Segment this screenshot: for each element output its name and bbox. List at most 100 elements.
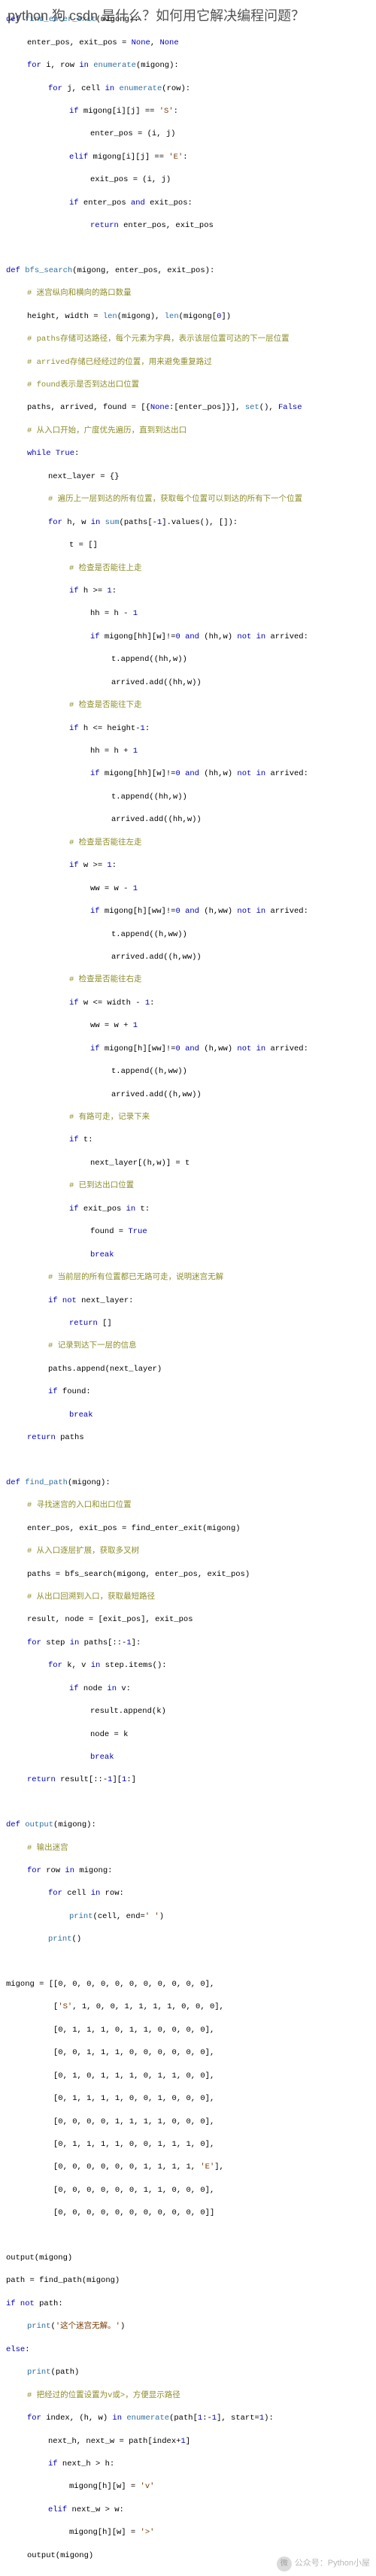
kw-if: if xyxy=(69,1135,79,1144)
string: '这个迷宫无解。' xyxy=(56,2322,120,2331)
builtin: enumerate xyxy=(120,84,162,93)
string: 'v' xyxy=(141,2482,155,2491)
kw-not-in: not in xyxy=(237,1044,265,1053)
code-text: output(migong) xyxy=(6,2253,376,2264)
code-text: (path[ xyxy=(169,2414,198,2423)
kw-for: for xyxy=(27,2414,41,2423)
code-text: arrived: xyxy=(265,769,308,778)
code-text: (migong): xyxy=(136,61,179,70)
builtin: print xyxy=(69,1912,93,1921)
number: 1 xyxy=(133,884,138,893)
code-text: migong[i][j] == xyxy=(88,153,168,162)
code-text: enter_pos, exit_pos = find_enter_exit(mi… xyxy=(6,1523,376,1535)
kw-not-in: not in xyxy=(237,769,265,778)
kw-if: if xyxy=(48,1296,58,1305)
code-text: arrived: xyxy=(265,907,308,916)
builtin: enumerate xyxy=(93,61,136,70)
code-text: w >= xyxy=(79,861,108,870)
comment: # 迷宫纵向和横向的路口数量 xyxy=(6,288,376,299)
code-text: [0, 0, 0, 0, 0, 0, 1, 1, 1, 1, xyxy=(6,2162,200,2171)
code-text: migong[i][j] == xyxy=(79,107,159,116)
kw-elif: elif xyxy=(69,153,88,162)
code-text: (hh,w) xyxy=(199,769,237,778)
code-text: migong[h][w] = xyxy=(69,2528,141,2537)
code-text: j, cell xyxy=(62,84,105,93)
code-text: hh = h + xyxy=(90,747,133,756)
args: (migong): xyxy=(68,1478,111,1487)
code-text: exit_pos = (i, j) xyxy=(6,174,376,186)
args: (migong): xyxy=(53,1820,96,1829)
kw-and: and xyxy=(185,907,199,916)
kw-if: if xyxy=(90,632,100,641)
code-text: : xyxy=(150,999,154,1008)
kw-in: in xyxy=(105,84,115,93)
true-literal: True xyxy=(128,1227,147,1236)
code-text: enter_pos = (i, j) xyxy=(6,129,376,140)
code-text: arrived: xyxy=(265,1044,308,1053)
kw-if: if xyxy=(69,999,79,1008)
string: '>' xyxy=(141,2528,155,2537)
comment: # found表示是否到达出口位置 xyxy=(6,380,376,391)
code-text: paths = bfs_search(migong, enter_pos, ex… xyxy=(6,1569,376,1580)
code-text: next_h > h: xyxy=(58,2459,115,2468)
comment: # 寻找迷宫的入口和出口位置 xyxy=(6,1500,376,1511)
kw-for: for xyxy=(48,518,62,527)
code-text: paths xyxy=(56,1433,84,1442)
kw-if: if xyxy=(69,1205,79,1214)
builtin: len xyxy=(103,312,117,321)
code-text: paths[::- xyxy=(79,1638,126,1647)
code-text: (migong[ xyxy=(179,312,217,321)
kw-while: while xyxy=(27,449,51,458)
code-text: cell xyxy=(62,1889,91,1898)
kw-and: and xyxy=(131,199,145,208)
code-block: def find_enter_exit(migong): enter_pos, … xyxy=(0,0,376,2576)
kw-and: and xyxy=(185,1044,199,1053)
code-text: ) xyxy=(159,1912,164,1921)
kw-if: if xyxy=(69,1684,79,1693)
comment: # 检查是否能往上走 xyxy=(6,563,376,574)
kw-for: for xyxy=(48,1661,62,1670)
code-text: next_layer: xyxy=(77,1296,134,1305)
code-text: next_w > w: xyxy=(67,2505,124,2514)
code-text: (h,ww) xyxy=(199,1044,237,1053)
code-text: found = xyxy=(90,1227,128,1236)
kw-not: not xyxy=(20,2299,35,2308)
code-text: ].values(), []): xyxy=(162,518,238,527)
code-text: [0, 0, 0, 0, 1, 1, 1, 1, 0, 0, 0], xyxy=(6,2117,376,2128)
kw-for: for xyxy=(27,61,41,70)
number: 1 xyxy=(133,609,138,618)
code-text: :[enter_pos]}], xyxy=(169,403,245,412)
comment: # 有路可走，记录下来 xyxy=(6,1112,376,1123)
kw-if: if xyxy=(90,1044,100,1053)
fn-name: find_path xyxy=(25,1478,68,1487)
code-text: h <= height- xyxy=(79,724,141,733)
code-text: () xyxy=(72,1935,82,1944)
fn-name: output xyxy=(25,1820,53,1829)
kw-not-in: not in xyxy=(237,632,265,641)
code-text: paths.append(next_layer) xyxy=(6,1364,376,1375)
code-text: arrived: xyxy=(265,632,308,641)
kw-not-in: not in xyxy=(237,907,265,916)
code-text: (hh,w) xyxy=(199,632,237,641)
kw-break: break xyxy=(6,1250,376,1261)
code-text: index, (h, w) xyxy=(41,2414,113,2423)
code-text: :] xyxy=(126,1775,136,1784)
code-text: exit_pos xyxy=(79,1205,126,1214)
code-text: enter_pos xyxy=(79,199,131,208)
code-text: ] xyxy=(186,2437,190,2446)
code-text: t: xyxy=(135,1205,150,1214)
comment: # 记录到达下一层的信息 xyxy=(6,1341,376,1352)
comment: # 已到达出口位置 xyxy=(6,1180,376,1192)
code-text: node = k xyxy=(6,1729,376,1741)
code-text: (migong), xyxy=(117,312,165,321)
code-text: next_h, next_w = path[index+ xyxy=(48,2437,180,2446)
code-text: ], start= xyxy=(217,2414,259,2423)
false-literal: False xyxy=(278,403,302,412)
kw-in: in xyxy=(112,2414,122,2423)
code-text: [ xyxy=(6,2002,58,2011)
code-text: (path) xyxy=(51,2368,80,2377)
string: 'S' xyxy=(159,107,174,116)
string: 'E' xyxy=(168,153,183,162)
builtin: sum xyxy=(105,518,120,527)
code-text: ) xyxy=(120,2322,125,2331)
